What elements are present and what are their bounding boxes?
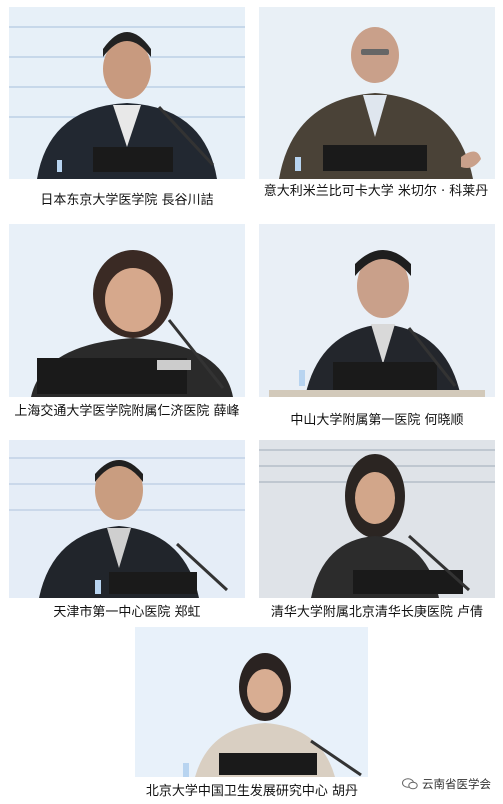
speaker-photo-2: [259, 7, 495, 179]
speaker-caption-2: 意大利米兰比可卡大学 米切尔 · 科莱丹: [263, 184, 489, 199]
speaker-photo-6: [259, 440, 495, 598]
wechat-icon: [402, 778, 418, 790]
speaker-photo-4: [259, 224, 495, 397]
speaker-photo-5: [9, 440, 245, 598]
wechat-watermark: 云南省医学会: [402, 776, 491, 792]
speaker-caption-7: 北京大学中国卫生发展研究中心 胡丹: [145, 784, 359, 799]
speaker-photo-3: [9, 224, 245, 397]
speaker-caption-1: 日本东京大学医学院 長谷川詰: [40, 193, 214, 208]
speaker-caption-6: 清华大学附属北京清华长庚医院 卢倩: [270, 605, 484, 620]
watermark-text: 云南省医学会: [422, 777, 491, 791]
speaker-caption-4: 中山大学附属第一医院 何晓顺: [290, 413, 464, 428]
speaker-caption-5: 天津市第一中心医院 郑虹: [53, 605, 201, 620]
speaker-caption-3: 上海交通大学医学院附属仁济医院 薛峰: [14, 404, 240, 419]
speaker-photo-7: [135, 627, 368, 777]
speaker-photo-1: [9, 7, 245, 179]
